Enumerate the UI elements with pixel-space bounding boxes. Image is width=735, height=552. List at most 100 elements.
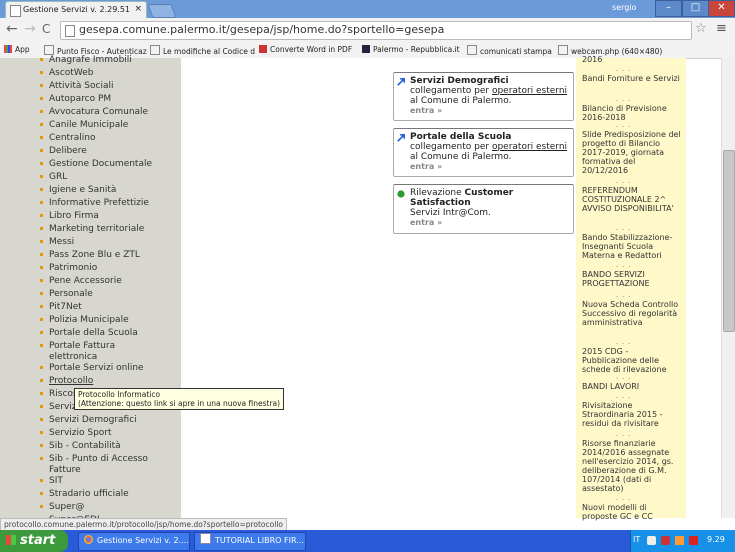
menu-icon[interactable]: ≡ xyxy=(716,21,727,36)
sidebar-item[interactable]: Pass Zone Blu e ZTL xyxy=(40,250,159,263)
sidebar-item[interactable]: Patrimonio xyxy=(40,263,159,276)
news-item[interactable]: Rivisitazione Straordinaria 2015 - resid… xyxy=(582,401,682,428)
bullet-icon xyxy=(40,505,43,508)
sidebar-item-label: Informative Prefettizie xyxy=(49,198,149,208)
sidebar-item-label: AscotWeb xyxy=(49,68,94,78)
sidebar-item[interactable]: Servizio Sport xyxy=(40,428,159,441)
sidebar-item[interactable]: Delibere xyxy=(40,146,159,159)
news-item[interactable]: Bandi Forniture e Servizi xyxy=(582,74,682,83)
url-text[interactable]: gesepa.comune.palermo.it/gesepa/jsp/home… xyxy=(79,23,444,36)
sidebar-item[interactable]: Anagrafe Immobili xyxy=(40,55,159,68)
sidebar-item[interactable]: Portale della Scuola xyxy=(40,328,159,341)
bookmark-item[interactable]: comunicati stampa xyxy=(467,45,552,56)
bookmark-page-icon xyxy=(150,45,160,55)
sidebar-item-label: Protocollo xyxy=(49,376,94,386)
antivirus-icon[interactable] xyxy=(661,536,670,545)
sidebar-item[interactable]: Polizia Municipale xyxy=(40,315,159,328)
sidebar-item[interactable]: SIT xyxy=(40,476,159,489)
bullet-icon xyxy=(40,201,43,204)
tray-icon[interactable] xyxy=(647,536,656,545)
bullet-icon xyxy=(40,318,43,321)
news-item[interactable]: Bilancio di Previsione 2016-2018 xyxy=(582,104,682,122)
sidebar-item[interactable]: Avvocatura Comunale xyxy=(40,107,159,120)
main-content: Servizi Demografici collegamento per ope… xyxy=(181,58,576,518)
news-item[interactable]: REFERENDUM COSTITUZIONALE 2^ AVVISO DISP… xyxy=(582,186,682,213)
box-title[interactable]: Servizi Demografici xyxy=(410,76,509,86)
sidebar-item-label: Autoparco PM xyxy=(49,94,112,104)
back-button[interactable]: ← xyxy=(6,21,18,37)
forward-button[interactable]: → xyxy=(24,21,36,37)
sidebar-item[interactable]: Servizi Demografici xyxy=(40,415,159,428)
sidebar-item[interactable]: Pene Accessorie xyxy=(40,276,159,289)
news-separator: - - - xyxy=(616,179,632,186)
sidebar-item[interactable]: Sib - Punto di Accesso Fatture xyxy=(40,454,159,476)
enter-link[interactable]: entra » xyxy=(410,106,569,116)
sidebar-item[interactable]: Super@ xyxy=(40,502,159,515)
sidebar-item-label: SIT xyxy=(49,476,63,486)
news-item[interactable]: BANDO SERVIZI PROGETTAZIONE xyxy=(582,270,682,288)
news-item[interactable]: Slide Predisposizione del progetto di Bi… xyxy=(582,130,682,175)
sidebar-item[interactable]: Marketing territoriale xyxy=(40,224,159,237)
profile-name[interactable]: sergio xyxy=(612,3,636,12)
sidebar-item[interactable]: GRL xyxy=(40,172,159,185)
network-icon[interactable] xyxy=(675,536,684,545)
tab-close-icon[interactable]: × xyxy=(134,4,142,14)
minimize-button[interactable]: – xyxy=(655,0,682,17)
bullet-icon xyxy=(40,175,43,178)
new-tab-button[interactable] xyxy=(147,4,177,18)
language-indicator[interactable]: IT xyxy=(633,535,640,544)
external-operators-link[interactable]: operatori esterni xyxy=(492,86,567,96)
security-icon[interactable] xyxy=(689,536,698,545)
bullet-icon xyxy=(40,136,43,139)
sidebar-item[interactable]: Igiene e Sanità xyxy=(40,185,159,198)
news-item[interactable]: Risorse finanziarie 2014/2016 assegnate … xyxy=(582,439,682,493)
maximize-button[interactable]: □ xyxy=(682,0,709,17)
start-button[interactable]: start xyxy=(0,530,68,552)
sidebar-item[interactable]: Libro Firma xyxy=(40,211,159,224)
sidebar-item[interactable]: Autoparco PM xyxy=(40,94,159,107)
sidebar-item[interactable]: Personale xyxy=(40,289,159,302)
sidebar-item-label: Marketing territoriale xyxy=(49,224,145,234)
news-item[interactable]: Nuova Scheda Controllo Successivo di reg… xyxy=(582,300,682,327)
bookmark-star-icon[interactable]: ☆ xyxy=(695,21,707,36)
sidebar-item[interactable]: Portale Servizi online xyxy=(40,363,159,376)
bookmark-apps[interactable]: App xyxy=(4,45,30,54)
sidebar-item-label: Attività Sociali xyxy=(49,81,114,91)
enter-link[interactable]: entra » xyxy=(410,162,569,172)
bullet-icon xyxy=(40,418,43,421)
sidebar-item[interactable]: Attività Sociali xyxy=(40,81,159,94)
sidebar-item-label: Polizia Municipale xyxy=(49,315,129,325)
scrollbar-thumb[interactable] xyxy=(723,150,735,332)
sidebar-item[interactable]: Pit7Net xyxy=(40,302,159,315)
news-item[interactable]: 2016 xyxy=(582,55,682,64)
sidebar-item[interactable]: Gestione Documentale xyxy=(40,159,159,172)
bookmark-item[interactable]: Palermo - Repubblica.it xyxy=(362,45,460,54)
sidebar-item[interactable]: Messi xyxy=(40,237,159,250)
news-item[interactable]: BANDI LAVORI xyxy=(582,382,682,391)
sidebar-item[interactable]: Portale Fattura elettronica xyxy=(40,341,159,363)
reload-button[interactable]: C xyxy=(42,22,50,36)
news-column: 2016 Bandi Forniture e Servizi - - - Bilanc… xyxy=(576,55,686,521)
news-item[interactable]: Nuovi modelli di proposte GC e CC xyxy=(582,503,682,521)
sidebar-item[interactable]: Centralino xyxy=(40,133,159,146)
external-operators-link[interactable]: operatori esterni xyxy=(492,142,567,152)
sidebar-item[interactable]: Informative Prefettizie xyxy=(40,198,159,211)
bookmark-item[interactable]: Converte Word in PDF xyxy=(259,45,352,54)
close-window-button[interactable]: ✕ xyxy=(708,0,735,17)
system-tray: IT 9.29 xyxy=(630,530,735,552)
taskbar-item-browser[interactable]: Gestione Servizi v. 2.... xyxy=(78,532,190,551)
news-item[interactable]: Bando Stabilizzazione-Insegnanti Scuola … xyxy=(582,233,682,260)
bookmark-page-icon xyxy=(44,45,54,55)
sidebar-item[interactable]: Sib - Contabilità xyxy=(40,441,159,454)
news-item[interactable]: 2015 CDG - Pubblicazione delle schede di… xyxy=(582,347,682,374)
enter-link[interactable]: entra » xyxy=(410,218,569,228)
taskbar-item-document[interactable]: TUTORIAL LIBRO FIR... xyxy=(194,532,306,551)
sidebar-item[interactable]: AscotWeb xyxy=(40,68,159,81)
bookmark-item[interactable]: Le modifiche al Codice d xyxy=(150,45,255,56)
browser-tab[interactable]: Gestione Servizi v. 2.29.51 b × xyxy=(5,1,147,19)
sidebar-item[interactable]: Stradario ufficiale xyxy=(40,489,159,502)
bullet-icon xyxy=(40,331,43,334)
sidebar-item[interactable]: Canile Municipale xyxy=(40,120,159,133)
box-title[interactable]: Portale della Scuola xyxy=(410,132,511,142)
address-bar[interactable]: gesepa.comune.palermo.it/gesepa/jsp/home… xyxy=(60,21,692,40)
